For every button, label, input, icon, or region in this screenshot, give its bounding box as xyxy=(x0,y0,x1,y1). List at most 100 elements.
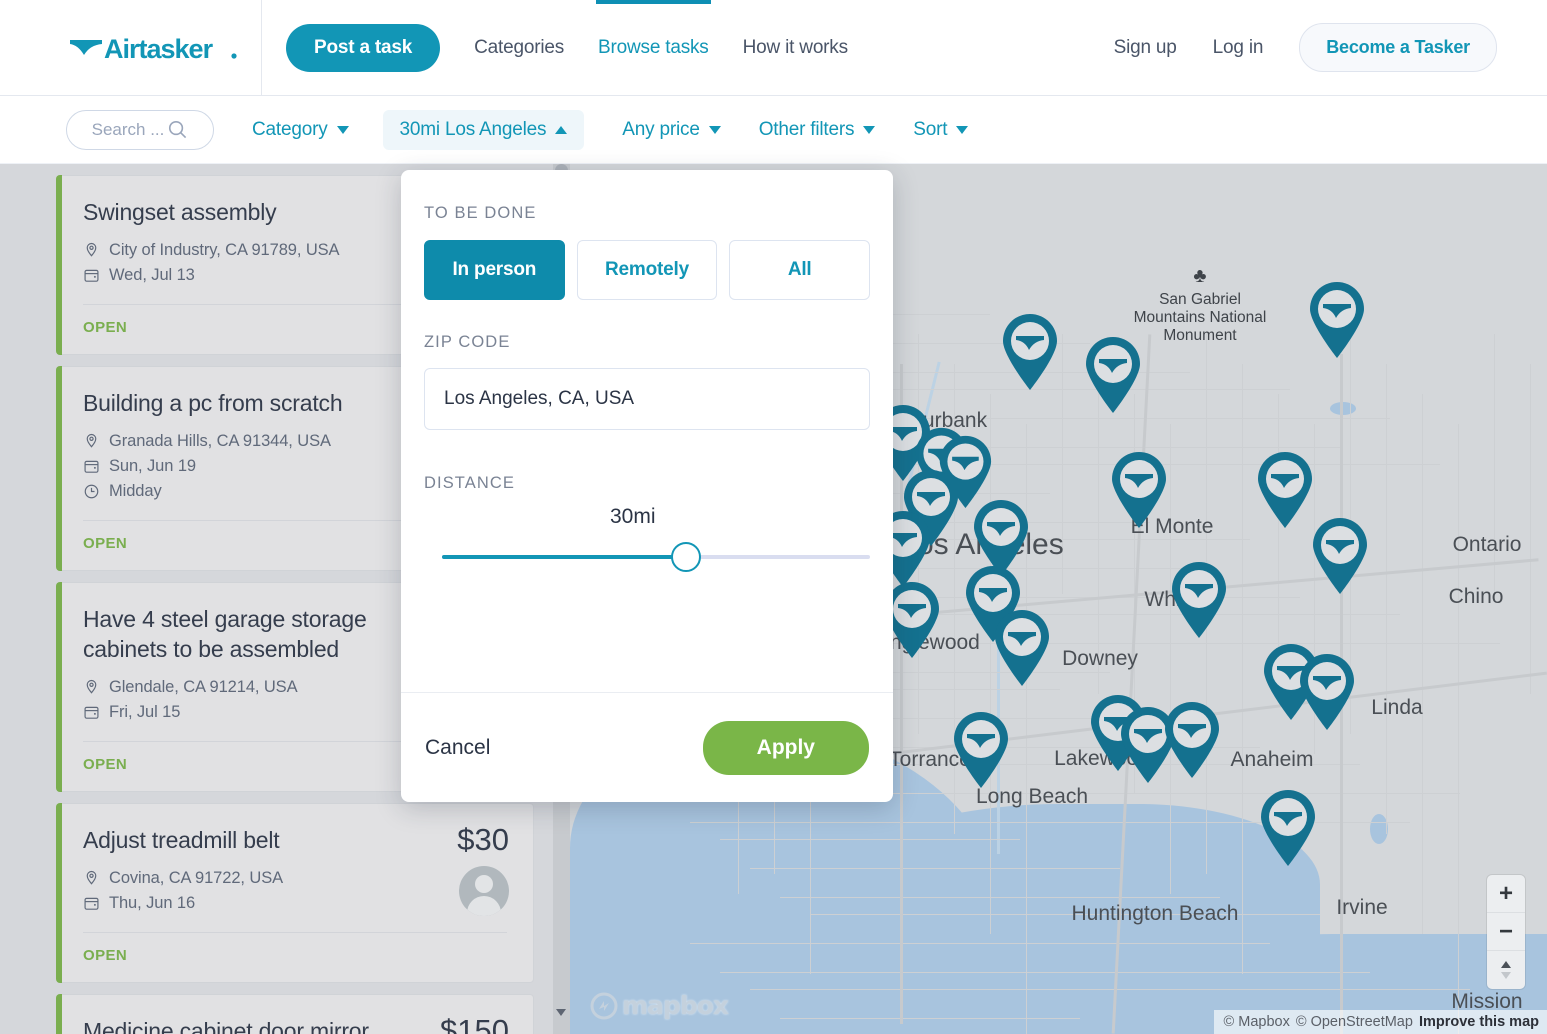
filter-sort[interactable]: Sort xyxy=(913,118,969,141)
distance-slider[interactable]: 30mi xyxy=(424,505,870,583)
park-tree-icon: ♣ xyxy=(1193,265,1207,288)
attribution-improve-link[interactable]: Improve this map xyxy=(1419,1014,1539,1030)
location-pin-icon xyxy=(86,243,97,257)
map-task-pin[interactable] xyxy=(1306,280,1368,360)
zip-code-input[interactable] xyxy=(424,368,870,430)
search-input[interactable]: Search ... xyxy=(66,109,214,150)
task-price: $30 xyxy=(457,821,509,857)
distance-value: 30mi xyxy=(610,505,656,528)
option-all[interactable]: All xyxy=(729,240,871,300)
filter-price[interactable]: Any price xyxy=(622,119,721,141)
map-label: Anaheim xyxy=(1230,748,1314,771)
calendar-icon xyxy=(84,897,99,910)
nav-item-categories[interactable]: Categories xyxy=(474,0,564,96)
avatar xyxy=(459,865,509,916)
svg-text:Airtasker: Airtasker xyxy=(104,34,214,63)
map-label: Huntington Beach xyxy=(1071,902,1239,925)
filter-other[interactable]: Other filters xyxy=(759,119,876,141)
chevron-down-icon xyxy=(956,125,969,134)
map-label: Downey xyxy=(1062,647,1138,670)
pin-icon xyxy=(1313,518,1367,594)
chevron-down-icon xyxy=(863,125,876,134)
map-task-pin[interactable] xyxy=(1296,652,1358,732)
post-a-task-button[interactable]: Post a task xyxy=(286,23,441,72)
pin-icon xyxy=(1165,702,1219,778)
map-task-pin[interactable] xyxy=(1257,788,1319,868)
option-in-person[interactable]: In person xyxy=(424,240,565,300)
map-task-pin[interactable] xyxy=(999,312,1061,392)
filter-location-label: 30mi Los Angeles xyxy=(399,118,547,140)
mapbox-logo[interactable]: mapbox xyxy=(590,991,729,1020)
pin-icon xyxy=(1112,452,1166,528)
location-pin-icon xyxy=(86,679,97,694)
filter-location[interactable]: 30mi Los Angeles xyxy=(382,109,585,150)
clock-icon xyxy=(84,485,99,499)
task-location: Covina, CA 91722, USA xyxy=(83,869,507,888)
map-task-pin[interactable] xyxy=(1082,335,1144,415)
attribution-osm[interactable]: © OpenStreetMap xyxy=(1296,1014,1413,1030)
filter-category[interactable]: Category xyxy=(252,119,349,141)
slider-track[interactable] xyxy=(442,542,870,572)
map-zoom-controls[interactable]: + − xyxy=(1487,875,1525,989)
distance-label: DISTANCE xyxy=(424,474,516,492)
map-task-pin[interactable] xyxy=(1309,516,1371,596)
task-card[interactable]: Adjust treadmill belt $30 Covina, CA 91722… xyxy=(56,802,534,984)
become-a-tasker-button[interactable]: Become a Tasker xyxy=(1299,23,1497,72)
airtasker-logo[interactable]: Airtasker xyxy=(0,0,262,96)
compass-icon xyxy=(1501,961,1511,979)
lake xyxy=(1330,402,1356,415)
account-nav: Sign up Log in Become a Tasker xyxy=(1078,23,1547,72)
to-be-done-label: TO BE DONE xyxy=(424,204,537,222)
cancel-button[interactable]: Cancel xyxy=(425,736,490,760)
calendar-icon xyxy=(84,270,99,282)
filter-sort-label: Sort xyxy=(913,118,948,140)
filter-category-label: Category xyxy=(252,118,328,140)
pin-icon xyxy=(1172,562,1226,638)
map-task-pin[interactable] xyxy=(950,710,1012,790)
task-date: Thu, Jun 16 xyxy=(83,894,507,913)
map-label: Chino xyxy=(1448,585,1504,608)
pin-icon xyxy=(1086,337,1140,413)
zoom-in-button[interactable]: + xyxy=(1487,875,1525,913)
scroll-down-arrow-icon[interactable] xyxy=(556,1009,566,1016)
nav-item-how-it-works[interactable]: How it works xyxy=(743,0,848,96)
mapbox-wordmark: mapbox xyxy=(622,991,729,1020)
to-be-done-options: In person Remotely All xyxy=(424,240,871,300)
map-attribution: © Mapbox © OpenStreetMap Improve this ma… xyxy=(1213,1010,1547,1034)
slider-knob[interactable] xyxy=(670,542,701,572)
pin-icon xyxy=(1258,452,1312,528)
map-label: Irvine xyxy=(1336,896,1388,919)
chevron-down-icon xyxy=(336,125,349,134)
task-title: Adjust treadmill belt xyxy=(83,826,280,853)
map-label: San Gabriel Mountains National Monument ♣ xyxy=(1133,265,1267,344)
divider xyxy=(83,932,507,934)
attribution-mapbox[interactable]: © Mapbox xyxy=(1224,1014,1290,1030)
map-task-pin[interactable] xyxy=(1108,450,1170,530)
map-task-pin[interactable] xyxy=(1168,560,1230,640)
search-icon xyxy=(169,120,187,139)
calendar-icon xyxy=(84,706,99,719)
slider-fill xyxy=(442,555,686,559)
map-task-pin[interactable] xyxy=(1161,700,1223,780)
task-card[interactable]: Medicine cabinet door mirror $150 xyxy=(56,994,534,1034)
compass-button[interactable] xyxy=(1487,951,1525,989)
search-placeholder: Search ... xyxy=(91,119,165,139)
nav-item-browse-tasks[interactable]: Browse tasks xyxy=(596,0,711,96)
filter-other-label: Other filters xyxy=(758,118,855,140)
pin-icon xyxy=(995,610,1049,686)
task-meta: Covina, CA 91722, USA Thu, Jun 16 xyxy=(83,869,507,913)
map-task-pin[interactable] xyxy=(991,608,1053,688)
log-in-link[interactable]: Log in xyxy=(1213,37,1264,59)
chevron-down-icon xyxy=(708,125,721,134)
sign-up-link[interactable]: Sign up xyxy=(1114,37,1177,59)
map-label: Ontario xyxy=(1452,533,1522,556)
option-remotely[interactable]: Remotely xyxy=(576,240,718,300)
chevron-up-icon xyxy=(555,125,568,134)
pin-icon xyxy=(1310,282,1364,358)
location-pin-icon xyxy=(86,434,97,448)
modal-footer: Cancel Apply xyxy=(401,692,893,802)
zoom-out-button[interactable]: − xyxy=(1487,913,1525,951)
filter-bar: Search ... Category 30mi Los Angeles Any… xyxy=(0,96,1547,164)
map-task-pin[interactable] xyxy=(1254,450,1316,530)
apply-button[interactable]: Apply xyxy=(702,720,869,775)
